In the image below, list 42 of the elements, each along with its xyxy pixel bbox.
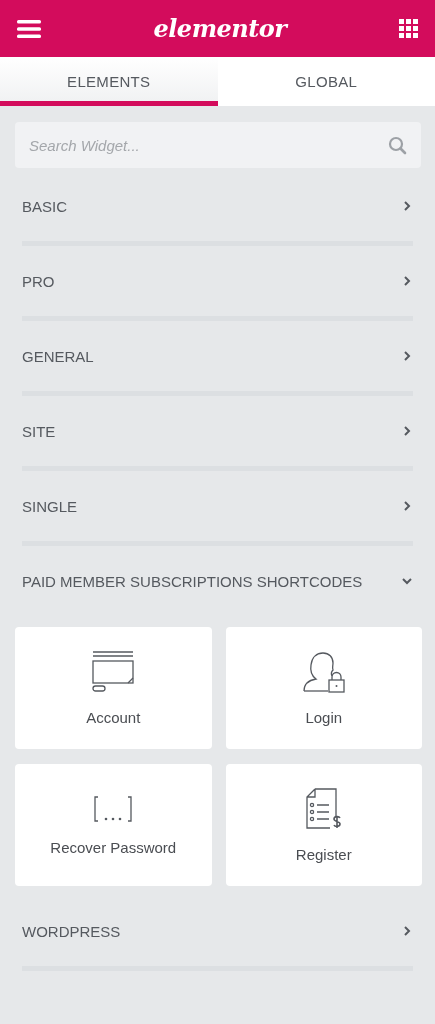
logo: elementor [153,14,287,43]
category-title: PAID MEMBER SUBSCRIPTIONS SHORTCODES [22,572,363,590]
chevron-right-icon [401,200,413,212]
category-header[interactable]: PRO [0,246,435,316]
grid-icon [399,19,418,38]
window-icon [91,650,136,693]
chevron-right-icon [401,500,413,512]
search-field[interactable]: Search Widget... [15,122,421,168]
widget-label: Account [86,708,141,726]
category-title: WORDPRESS [22,922,121,940]
menu-icon [17,19,41,38]
chevron-right-icon [401,425,413,437]
widget-label: Recover Password [50,838,177,856]
widget-card[interactable]: Login [225,627,422,749]
brackets-icon [93,794,134,823]
invoice-icon [305,787,342,830]
chevron-down-icon [401,575,413,587]
tab[interactable]: ELEMENTS [0,57,218,106]
category-title: SITE [22,422,56,440]
tab[interactable]: GLOBAL [217,57,435,106]
widget-card[interactable]: Recover Password [15,764,212,886]
user-lock-icon [301,650,346,693]
widget-card[interactable]: Account [15,627,212,749]
menu-button[interactable] [17,19,41,38]
category-title: BASIC [22,197,67,215]
category-title: GENERAL [22,347,94,365]
widget-card[interactable]: Register [225,764,422,886]
search-icon [388,136,407,155]
category-title: PRO [22,272,55,290]
category-header[interactable]: SINGLE [0,471,435,541]
chevron-right-icon [401,925,413,937]
widget-label: Login [305,708,343,726]
category-header[interactable]: WORDPRESS [0,896,435,966]
chevron-right-icon [401,350,413,362]
category-header[interactable]: GENERAL [0,321,435,391]
category-header[interactable]: BASIC [0,171,435,241]
widget-label: Register [295,845,352,863]
category-title: SINGLE [22,497,78,515]
category-header[interactable]: SITE [0,396,435,466]
chevron-right-icon [401,275,413,287]
apps-button[interactable] [399,19,418,38]
category-header[interactable]: PAID MEMBER SUBSCRIPTIONS SHORTCODES [0,546,435,616]
